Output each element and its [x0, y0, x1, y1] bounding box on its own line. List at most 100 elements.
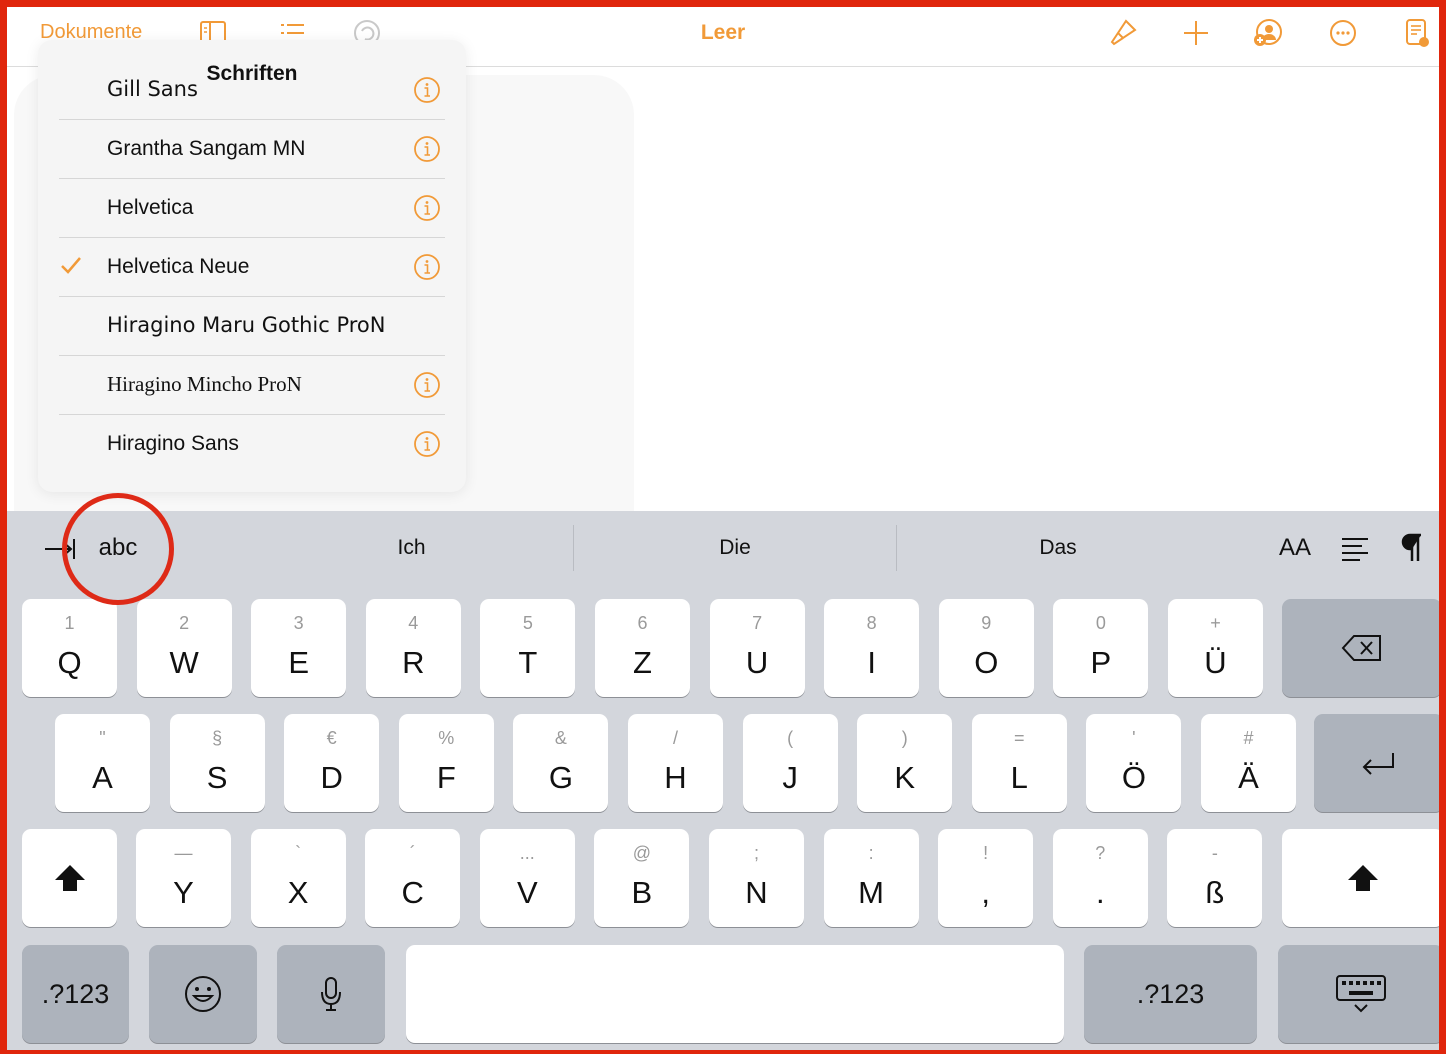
numbers-key-left[interactable]: .?123: [22, 945, 129, 1043]
key-label: O: [974, 645, 999, 680]
shift-icon: [54, 865, 85, 891]
info-icon[interactable]: [413, 76, 441, 104]
space-key[interactable]: [406, 945, 1064, 1043]
key-3[interactable]: ´ C: [365, 829, 461, 927]
key-p[interactable]: 0P: [1053, 599, 1149, 697]
align-icon[interactable]: [1340, 536, 1370, 562]
shift-icon: [1348, 865, 1378, 891]
font-row[interactable]: Helvetica Neue: [59, 237, 445, 297]
key-label: M: [858, 875, 884, 910]
key-secondary-label: —: [174, 843, 193, 863]
key-label: H: [664, 760, 687, 795]
key-2[interactable]: ` X: [250, 829, 346, 927]
font-row[interactable]: Gill Sans: [59, 60, 445, 120]
shift-key-left[interactable]: [22, 829, 117, 927]
microphone-icon: [321, 977, 341, 1011]
key-s[interactable]: § S: [169, 714, 265, 812]
info-icon[interactable]: [413, 371, 441, 399]
key-i[interactable]: 8I: [824, 599, 920, 697]
key-8[interactable]: !,: [938, 829, 1034, 927]
info-icon[interactable]: [413, 430, 441, 458]
key-1[interactable]: — Y: [136, 829, 231, 927]
key-label: P: [1090, 645, 1112, 680]
suggestion-1[interactable]: Ich: [250, 511, 573, 585]
more-icon[interactable]: [1328, 18, 1358, 48]
font-row[interactable]: Grantha Sangam MN: [59, 119, 445, 179]
shift-key-right[interactable]: [1282, 829, 1444, 927]
key-q[interactable]: 1Q: [22, 599, 117, 697]
key-secondary-label: (: [787, 728, 794, 748]
key-secondary-label: 8: [866, 613, 877, 633]
key-secondary-label: 4: [408, 613, 419, 633]
key-t[interactable]: 5T: [480, 599, 576, 697]
key-e[interactable]: 3E: [251, 599, 347, 697]
key-k[interactable]: ) K: [857, 714, 953, 812]
key-secondary-label: ...: [519, 843, 535, 863]
key-w[interactable]: 2W: [136, 599, 232, 697]
key-secondary-label: &: [554, 728, 567, 748]
key-secondary-label: §: [212, 728, 223, 748]
paintbrush-icon[interactable]: [1108, 18, 1138, 48]
dictation-key[interactable]: [277, 945, 385, 1043]
key-secondary-label: ': [1132, 728, 1136, 748]
font-row[interactable]: Helvetica: [59, 178, 445, 238]
info-icon[interactable]: [413, 194, 441, 222]
font-row[interactable]: Hiragino Sans: [59, 414, 445, 473]
info-icon[interactable]: [413, 135, 441, 163]
emoji-key[interactable]: [149, 945, 257, 1043]
key-label: .?123: [1136, 978, 1205, 1009]
key-secondary-label: =: [1014, 728, 1025, 748]
suggestion-2[interactable]: Die: [574, 511, 896, 585]
key-label: F: [436, 760, 456, 795]
key-l[interactable]: = L: [971, 714, 1067, 812]
font-size-button[interactable]: AA: [1274, 511, 1316, 585]
key-9[interactable]: ?.: [1052, 829, 1148, 927]
font-row[interactable]: Hiragino Maru Gothic ProN: [59, 296, 445, 356]
key-label: ß: [1205, 875, 1225, 910]
collaborate-icon[interactable]: [1253, 18, 1283, 48]
key-ä[interactable]: # Ä: [1201, 714, 1296, 812]
key-d[interactable]: € D: [284, 714, 380, 812]
font-row[interactable]: Hiragino Mincho ProN: [59, 355, 445, 415]
key-secondary-label: :: [868, 843, 874, 863]
font-name: Gill Sans: [107, 77, 198, 101]
info-icon[interactable]: [413, 253, 441, 281]
key-u[interactable]: 7U: [709, 599, 805, 697]
key-label: V: [516, 875, 538, 910]
key-ö[interactable]: ' Ö: [1086, 714, 1182, 812]
key-ü[interactable]: + Ü: [1168, 599, 1263, 697]
key-a[interactable]: " A: [55, 714, 150, 812]
key-label: T: [518, 645, 538, 680]
key-label: Ö: [1121, 760, 1146, 795]
key-secondary-label: !: [983, 843, 989, 863]
delete-key[interactable]: [1282, 599, 1442, 697]
key-4[interactable]: ... V: [479, 829, 575, 927]
key-label: W: [169, 645, 199, 680]
document-setup-icon[interactable]: [1402, 18, 1432, 48]
return-key[interactable]: [1314, 714, 1444, 812]
key-h[interactable]: / H: [628, 714, 723, 812]
key-f[interactable]: % F: [398, 714, 494, 812]
key-label: K: [894, 760, 916, 795]
emoji-icon: [185, 976, 221, 1012]
key-z[interactable]: 6Z: [595, 599, 690, 697]
numbers-key-right[interactable]: .?123: [1084, 945, 1257, 1043]
key-j[interactable]: (J: [742, 714, 838, 812]
key-label: R: [402, 645, 425, 680]
key-label: U: [745, 645, 769, 680]
key-r[interactable]: 4R: [365, 599, 461, 697]
key-10[interactable]: -ß: [1167, 829, 1263, 927]
dismiss-keyboard-key[interactable]: [1278, 945, 1444, 1043]
key-label: N: [745, 875, 768, 910]
key-g[interactable]: & G: [513, 714, 609, 812]
suggestion-3[interactable]: Das: [897, 511, 1219, 585]
paragraph-icon[interactable]: [1401, 533, 1425, 563]
key-o[interactable]: 9O: [938, 599, 1034, 697]
key-7[interactable]: :M: [823, 829, 919, 927]
delete-icon: [1341, 635, 1381, 661]
key-6[interactable]: ; N: [709, 829, 804, 927]
key-secondary-label: #: [1243, 728, 1254, 748]
key-5[interactable]: @ B: [594, 829, 690, 927]
checkmark-icon: [61, 257, 81, 274]
plus-icon[interactable]: [1181, 18, 1211, 48]
